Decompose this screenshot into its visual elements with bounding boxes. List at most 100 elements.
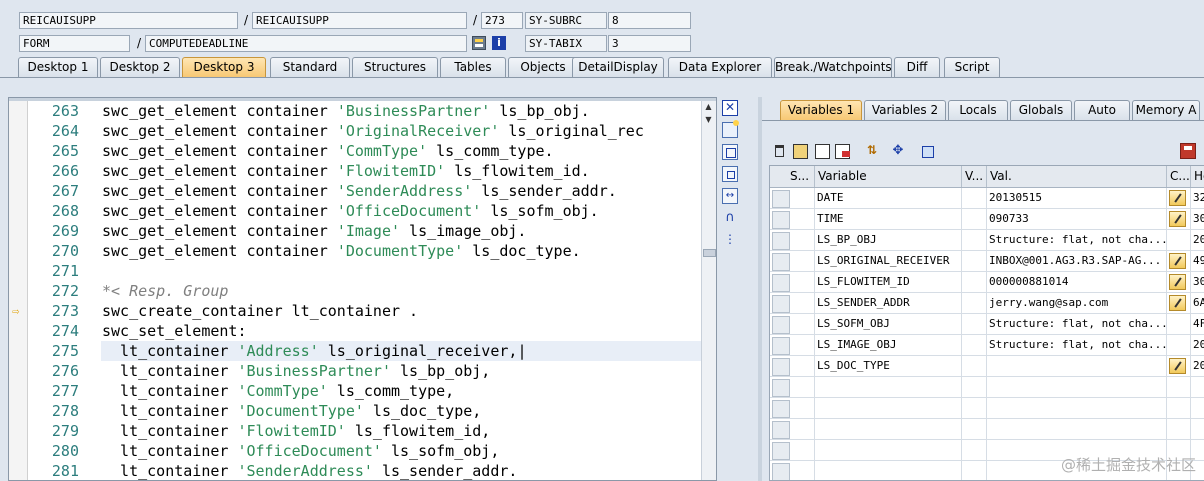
row-select-box[interactable] xyxy=(772,400,790,418)
select-all-icon[interactable] xyxy=(792,143,808,159)
variable-row[interactable]: LS_SENDER_ADDR jerry.wang@sap.com 6A xyxy=(770,293,1204,314)
tab-data-explorer[interactable]: Data Explorer xyxy=(668,57,772,77)
variable-row[interactable]: TIME 090733 30 xyxy=(770,209,1204,230)
variable-row[interactable]: LS_DOC_TYPE 20 xyxy=(770,356,1204,377)
event-type-field[interactable]: FORM xyxy=(19,35,130,52)
settings-icon[interactable] xyxy=(472,36,486,50)
row-select-box[interactable] xyxy=(772,463,790,480)
maximize-icon[interactable] xyxy=(722,166,738,182)
col-header-val[interactable]: Val. xyxy=(987,166,1167,187)
sysfield-value-tabix[interactable]: 3 xyxy=(608,35,691,52)
code-line[interactable]: 272 *< Resp. Group xyxy=(9,281,716,301)
resize-horizontal-icon[interactable]: ↔ xyxy=(722,188,738,204)
tab-break-watchpoints[interactable]: Break./Watchpoints xyxy=(774,57,892,77)
row-selector[interactable] xyxy=(770,293,815,314)
variable-row[interactable]: DATE 20130515 32 xyxy=(770,188,1204,209)
col-header-s[interactable]: S... xyxy=(770,166,815,187)
row-selector[interactable] xyxy=(770,398,815,419)
empty-variable-row[interactable] xyxy=(770,419,1204,440)
col-header-c[interactable]: C... xyxy=(1167,166,1191,187)
close-icon[interactable]: ✕ xyxy=(722,100,738,116)
line-field[interactable]: 273 xyxy=(481,12,523,29)
change-cell[interactable] xyxy=(1167,335,1191,356)
tab-globals[interactable]: Globals xyxy=(1010,100,1072,120)
row-select-box[interactable] xyxy=(772,421,790,439)
change-cell[interactable] xyxy=(1167,209,1191,230)
col-header-variable[interactable]: Variable xyxy=(815,166,962,187)
variable-row[interactable]: LS_BP_OBJ Structure: flat, not cha... 20 xyxy=(770,230,1204,251)
tab-objects[interactable]: Objects xyxy=(508,57,578,77)
change-cell[interactable] xyxy=(1167,293,1191,314)
info-icon[interactable]: i xyxy=(492,36,506,50)
headphones-icon[interactable]: ∩ xyxy=(722,210,738,226)
row-select-box[interactable] xyxy=(772,442,790,460)
pencil-edit-icon[interactable] xyxy=(1169,295,1186,311)
program-field[interactable]: REICAUISUPP xyxy=(19,12,238,29)
row-select-box[interactable] xyxy=(772,253,790,271)
tab-structures[interactable]: Structures xyxy=(352,57,438,77)
code-line[interactable]: 279 lt_container 'FlowitemID' ls_flowite… xyxy=(9,421,716,441)
code-line[interactable]: 277 lt_container 'CommType' ls_comm_type… xyxy=(9,381,716,401)
change-cell[interactable] xyxy=(1167,188,1191,209)
scroll-down-arrow-icon[interactable]: ▼ xyxy=(702,114,715,126)
row-selector[interactable] xyxy=(770,272,815,293)
editor-vertical-scrollbar[interactable]: ▲ ▼ xyxy=(701,101,716,480)
code-line[interactable]: 275 lt_container 'Address' ls_original_r… xyxy=(9,341,716,361)
row-selector[interactable] xyxy=(770,209,815,230)
row-select-box[interactable] xyxy=(772,295,790,313)
change-cell[interactable] xyxy=(1167,356,1191,377)
variable-row[interactable]: LS_FLOWITEM_ID 000000881014 30 xyxy=(770,272,1204,293)
change-cell[interactable] xyxy=(1167,377,1191,398)
row-select-box[interactable] xyxy=(772,337,790,355)
change-cell[interactable] xyxy=(1167,272,1191,293)
tab-tables[interactable]: Tables xyxy=(440,57,506,77)
tab-auto[interactable]: Auto xyxy=(1074,100,1130,120)
code-line[interactable]: 281 lt_container 'SenderAddress' ls_send… xyxy=(9,461,716,480)
pencil-edit-icon[interactable] xyxy=(1169,358,1186,374)
move-icon[interactable]: ✥ xyxy=(890,143,906,159)
source-code-editor[interactable]: 263 swc_get_element container 'BusinessPa… xyxy=(8,97,717,481)
row-selector[interactable] xyxy=(770,419,815,440)
row-selector[interactable] xyxy=(770,188,815,209)
change-cell[interactable] xyxy=(1167,398,1191,419)
code-line[interactable]: 280 lt_container 'OfficeDocument' ls_sof… xyxy=(9,441,716,461)
display-icon[interactable] xyxy=(918,143,934,159)
code-line[interactable]: 274 swc_set_element: xyxy=(9,321,716,341)
expand-icon[interactable]: ⇅ xyxy=(864,143,880,159)
empty-variable-row[interactable] xyxy=(770,377,1204,398)
tab-desktop-1[interactable]: Desktop 1 xyxy=(18,57,98,77)
code-line[interactable]: 270 swc_get_element container 'DocumentTy… xyxy=(9,241,716,261)
row-select-box[interactable] xyxy=(772,211,790,229)
tab-detaildisplay[interactable]: DetailDisplay xyxy=(572,57,664,77)
col-header-h[interactable]: He xyxy=(1191,166,1204,187)
change-cell[interactable] xyxy=(1167,230,1191,251)
sysfield-value-subrc[interactable]: 8 xyxy=(608,12,691,29)
scroll-thumb[interactable] xyxy=(703,249,716,257)
row-selector[interactable] xyxy=(770,440,815,461)
tab-variables-1[interactable]: Variables 1 xyxy=(780,100,862,120)
tab-memory-a[interactable]: Memory A xyxy=(1132,100,1200,120)
change-cell[interactable] xyxy=(1167,419,1191,440)
pencil-edit-icon[interactable] xyxy=(1169,211,1186,227)
event-name-field[interactable]: COMPUTEDEADLINE xyxy=(145,35,467,52)
variable-row[interactable]: LS_ORIGINAL_RECEIVER INBOX@001.AG3.R3.SAP… xyxy=(770,251,1204,272)
pencil-edit-icon[interactable] xyxy=(1169,190,1186,206)
row-selector[interactable] xyxy=(770,251,815,272)
tab-desktop-2[interactable]: Desktop 2 xyxy=(100,57,180,77)
row-select-box[interactable] xyxy=(772,358,790,376)
code-line[interactable]: 267 swc_get_element container 'SenderAddr… xyxy=(9,181,716,201)
variable-row[interactable]: LS_IMAGE_OBJ Structure: flat, not cha... 2… xyxy=(770,335,1204,356)
swap-icon[interactable] xyxy=(722,144,738,160)
new-window-icon[interactable] xyxy=(722,120,739,138)
code-line[interactable]: 266 swc_get_element container 'FlowitemID… xyxy=(9,161,716,181)
row-selector[interactable] xyxy=(770,356,815,377)
code-line[interactable]: 271 xyxy=(9,261,716,281)
code-line[interactable]: 268 swc_get_element container 'OfficeDocu… xyxy=(9,201,716,221)
code-line[interactable]: 263 swc_get_element container 'BusinessPa… xyxy=(9,101,716,121)
tab-desktop-3[interactable]: Desktop 3 xyxy=(182,57,266,77)
change-cell[interactable] xyxy=(1167,251,1191,272)
code-line[interactable]: 278 lt_container 'DocumentType' ls_doc_t… xyxy=(9,401,716,421)
row-selector[interactable] xyxy=(770,461,815,480)
row-select-box[interactable] xyxy=(772,232,790,250)
row-selector[interactable] xyxy=(770,377,815,398)
